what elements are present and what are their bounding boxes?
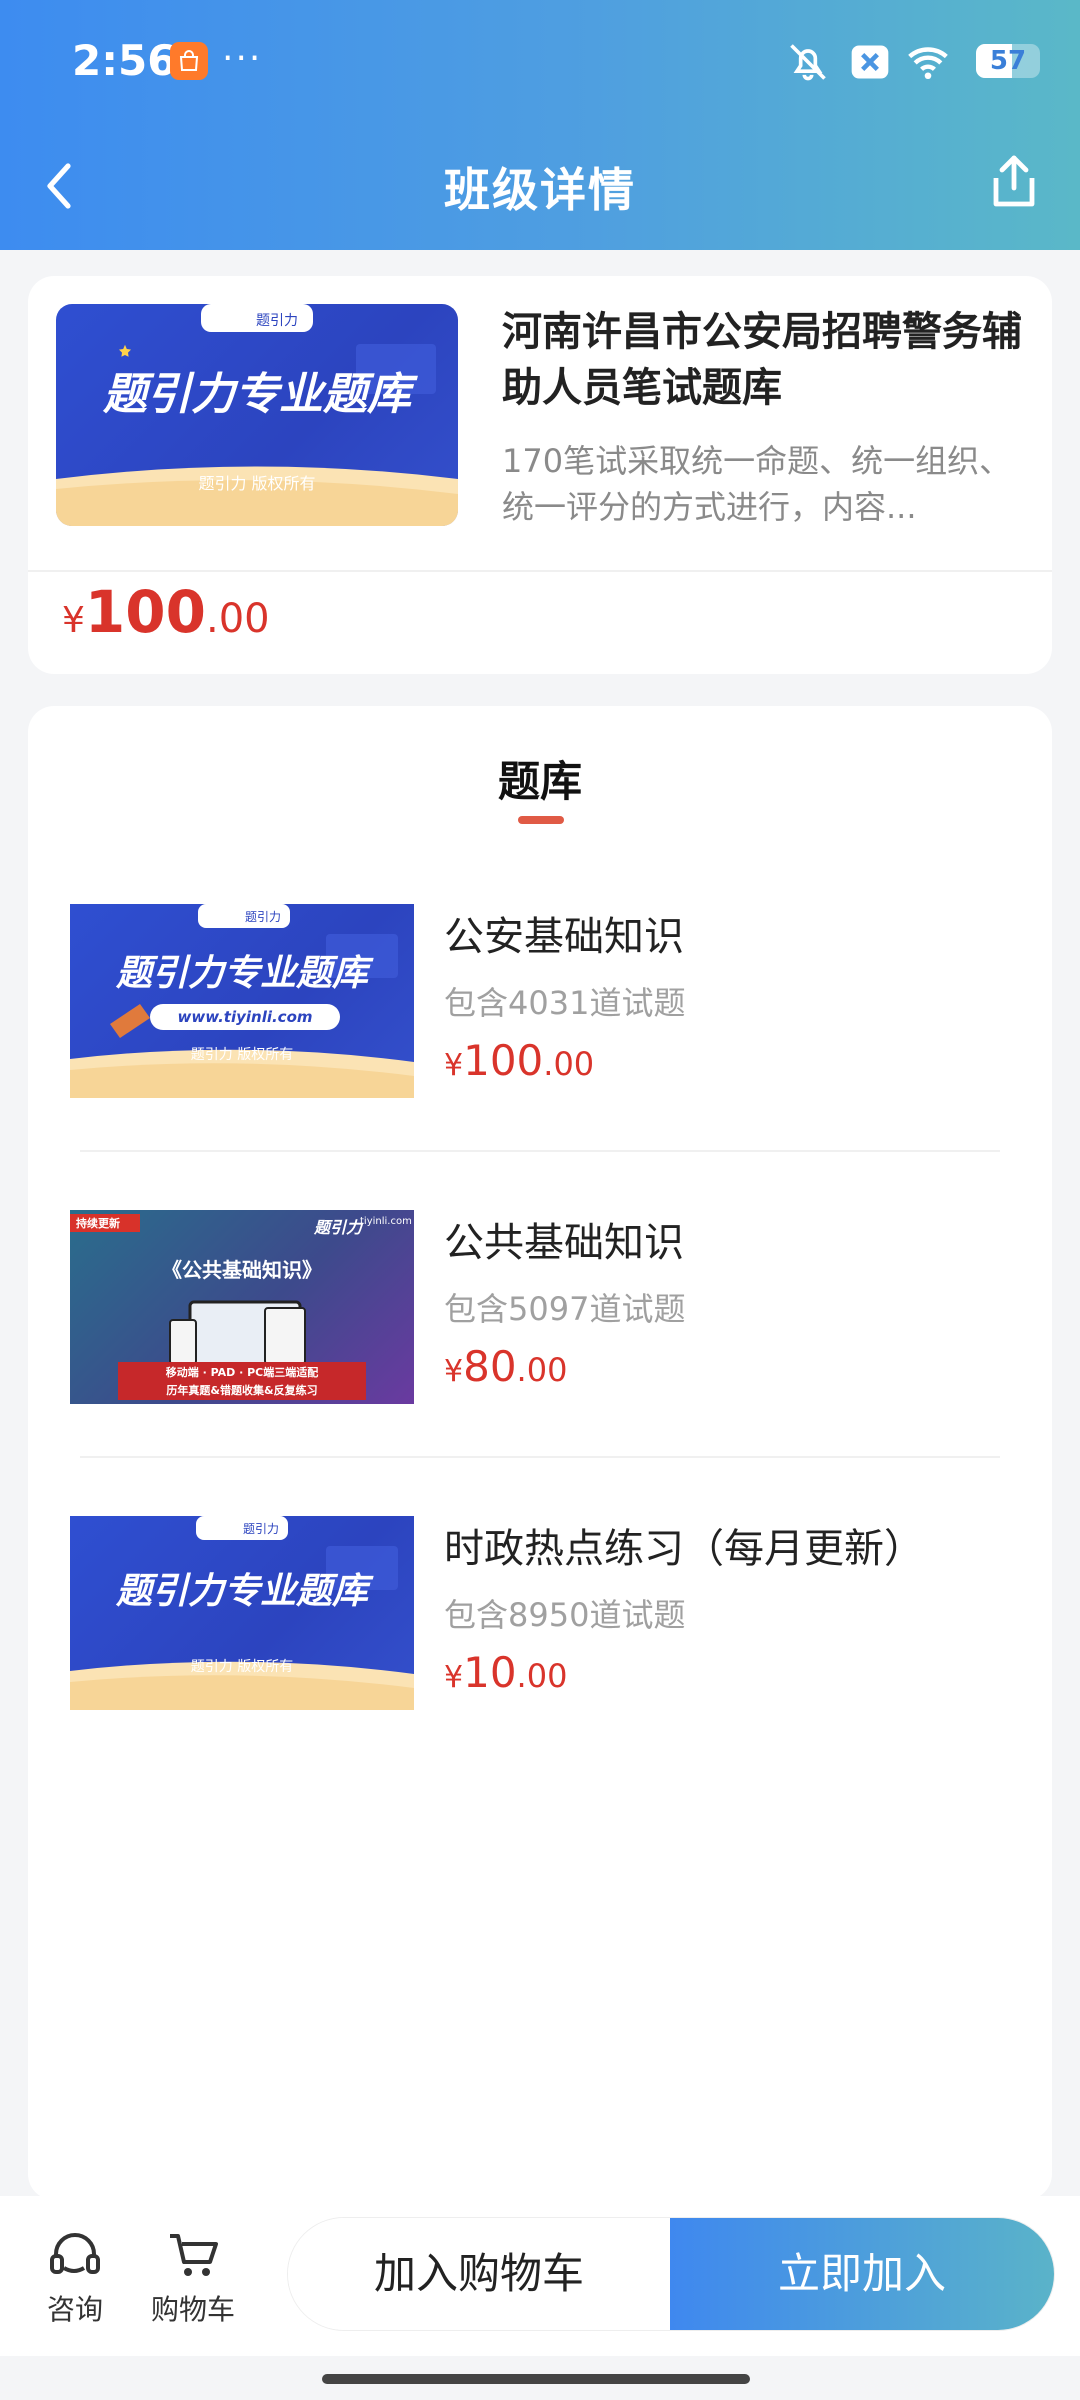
cover-title: 题引力专业题库 xyxy=(115,953,368,994)
join-now-button[interactable]: 立即加入 xyxy=(670,2218,1054,2330)
consult-button[interactable]: 咨询 xyxy=(30,2230,120,2328)
bank-cover-image: 题引力 题引力专业题库 www.tiyinli.com 题引力 版权所有 xyxy=(70,904,414,1098)
bottom-action-bar: 咨询 购物车 加入购物车 立即加入 xyxy=(0,2196,1080,2356)
bank-name: 公共基础知识 xyxy=(444,1220,684,1266)
question-bank-card: 题库 题引力 题引力专业题库 www.tiyinli.com 题引力 版权所有 … xyxy=(28,706,1052,2200)
divider xyxy=(80,1150,1000,1152)
bank-price: ¥10.00 xyxy=(444,1648,568,1697)
cover-title: 《公共基础知识》 xyxy=(162,1258,322,1282)
course-price: ¥100.00 xyxy=(62,578,270,646)
bank-question-count: 包含8950道试题 xyxy=(444,1596,686,1634)
headset-icon xyxy=(50,2233,100,2274)
cover-brand: 题引力 xyxy=(245,910,282,924)
cart-label: 购物车 xyxy=(150,2293,235,2326)
bank-item[interactable]: 持续更新 题引力 tiyinli.com 《公共基础知识》 移动端 · PAD … xyxy=(70,1210,1030,1410)
section-title[interactable]: 题库 xyxy=(28,748,1052,809)
cover-line1: 移动端 · PAD · PC端三端适配 xyxy=(165,1366,319,1379)
cover-logo: 题引力 xyxy=(314,1218,363,1237)
cover-line2: 历年真题&错题收集&反复练习 xyxy=(166,1384,318,1397)
action-button-group: 加入购物车 立即加入 xyxy=(288,2218,1054,2330)
cover-brand: 题引力 xyxy=(243,1522,280,1536)
bank-price: ¥80.00 xyxy=(444,1342,568,1391)
status-time: 2:56 xyxy=(72,36,177,85)
bank-item[interactable]: 题引力 题引力专业题库 www.tiyinli.com 题引力 版权所有 公安基… xyxy=(70,904,1030,1104)
add-to-cart-button[interactable]: 加入购物车 xyxy=(288,2218,670,2330)
cover-title: 题引力专业题库 xyxy=(103,369,411,420)
battery-icon: 57 xyxy=(976,40,1040,84)
cover-footer: 题引力 版权所有 xyxy=(190,1047,294,1063)
cover-badge: 持续更新 xyxy=(76,1217,120,1230)
status-icons: 57 xyxy=(780,40,1040,86)
bank-price: ¥100.00 xyxy=(444,1036,595,1085)
share-icon xyxy=(993,155,1035,207)
bank-name: 时政热点练习（每月更新） xyxy=(444,1526,924,1572)
battery-level: 57 xyxy=(989,46,1027,76)
consult-label: 咨询 xyxy=(46,2293,103,2326)
header: 2:56 ··· 57 班级详情 xyxy=(0,0,1080,250)
course-description: 170笔试采取统一命题、统一组织、统一评分的方式进行，内容... xyxy=(502,442,1012,526)
shopping-cart-icon xyxy=(170,2234,218,2276)
status-more-dots: ··· xyxy=(222,38,263,79)
bank-name: 公安基础知识 xyxy=(444,914,684,960)
course-card: 题引力 题引力专业题库 题引力 版权所有 河南许昌市公安局招聘警务辅助人员笔试题… xyxy=(28,276,1052,674)
bank-item[interactable]: 题引力 题引力专业题库 题引力 版权所有 时政热点练习（每月更新） 包含8950… xyxy=(70,1516,1030,1716)
cart-button[interactable]: 购物车 xyxy=(148,2230,238,2328)
bell-mute-icon xyxy=(786,40,830,88)
cover-footer: 题引力 版权所有 xyxy=(198,474,316,493)
wifi-icon xyxy=(904,40,952,88)
course-title: 河南许昌市公安局招聘警务辅助人员笔试题库 xyxy=(502,309,1022,411)
cover-brand: 题引力 xyxy=(256,313,298,329)
shopping-bag-icon xyxy=(170,42,208,80)
bank-cover-image: 题引力 题引力专业题库 题引力 版权所有 xyxy=(70,1516,414,1710)
status-bar: 2:56 ··· 57 xyxy=(0,28,1080,98)
nav-bar: 班级详情 xyxy=(0,140,1080,230)
bank-cover-image: 持续更新 题引力 tiyinli.com 《公共基础知识》 移动端 · PAD … xyxy=(70,1210,414,1404)
divider xyxy=(80,1456,1000,1458)
tab-indicator xyxy=(518,816,564,824)
bank-question-count: 包含5097道试题 xyxy=(444,1290,686,1328)
cover-site: tiyinli.com xyxy=(360,1216,412,1227)
cover-title: 题引力专业题库 xyxy=(115,1571,368,1612)
share-button[interactable] xyxy=(988,154,1040,210)
divider xyxy=(28,570,1052,572)
close-box-icon xyxy=(848,40,892,88)
home-indicator[interactable] xyxy=(322,2374,750,2384)
cover-url: www.tiyinli.com xyxy=(177,1008,313,1026)
bank-question-count: 包含4031道试题 xyxy=(444,984,686,1022)
cover-footer: 题引力 版权所有 xyxy=(190,1659,294,1675)
page-title: 班级详情 xyxy=(444,163,636,217)
course-cover-image: 题引力 题引力专业题库 题引力 版权所有 xyxy=(56,304,458,526)
